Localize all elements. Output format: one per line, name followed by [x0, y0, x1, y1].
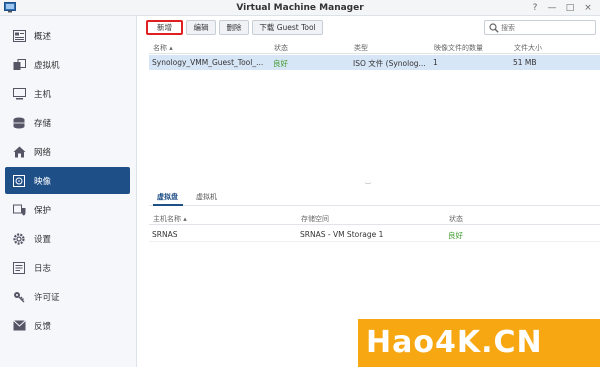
status-cell: 良好	[273, 59, 288, 68]
detail-tabs: 虚拟盘 虚拟机	[149, 188, 600, 206]
close-icon[interactable]: ×	[582, 2, 594, 14]
sidebar-item-settings[interactable]: 设置	[5, 225, 130, 252]
host-status-cell: 良好	[448, 231, 463, 240]
sidebar-item-overview[interactable]: 概述	[5, 22, 130, 49]
settings-icon	[12, 232, 26, 246]
sidebar-item-label: 许可证	[34, 292, 60, 303]
tab-virtual-disk[interactable]: 虚拟盘	[157, 192, 178, 202]
sidebar-item-feedback[interactable]: 反馈	[5, 312, 130, 339]
sidebar-item-label: 存储	[34, 118, 52, 129]
sidebar-item-label: 设置	[34, 234, 52, 245]
sidebar-item-label: 概述	[34, 31, 52, 42]
storage-cell: SRNAS - VM Storage 1	[300, 230, 384, 239]
sidebar-item-virtual-machine[interactable]: 虚拟机	[5, 51, 130, 78]
sidebar-item-label: 反馈	[34, 321, 52, 332]
title-bar: Virtual Machine Manager ? — □ ×	[0, 0, 600, 16]
toolbar: 新增 编辑 删除 下载 Guest Tool	[137, 16, 600, 40]
column-type-header[interactable]: 类型	[354, 43, 368, 53]
sidebar-item-license[interactable]: 许可证	[5, 283, 130, 310]
virtual-machine-icon	[12, 58, 26, 72]
help-icon[interactable]: ?	[529, 2, 541, 14]
column-host-status-header[interactable]: 状态	[449, 214, 463, 224]
sidebar-item-label: 虚拟机	[34, 60, 60, 71]
sidebar-item-storage[interactable]: 存储	[5, 109, 130, 136]
panel-splitter-handle[interactable]: ︶	[362, 181, 374, 190]
sidebar-item-label: 映像	[34, 176, 52, 187]
sidebar: 概述 虚拟机 主机 存储 网络 映像 保护 设置 日志 许可证 反馈	[0, 16, 137, 367]
download-guest-tool-button[interactable]: 下载 Guest Tool	[252, 20, 323, 35]
main-panel: 新增 编辑 删除 下载 Guest Tool 名称 ▴ 状态 类型 映像文件的数…	[137, 16, 600, 367]
window-title: Virtual Machine Manager	[236, 3, 364, 13]
overview-icon	[12, 29, 26, 43]
image-table-header: 名称 ▴ 状态 类型 映像文件的数量 文件大小	[149, 41, 600, 54]
key-icon	[12, 290, 26, 304]
sidebar-item-image[interactable]: 映像	[5, 167, 130, 194]
column-file-size-header[interactable]: 文件大小	[514, 43, 542, 53]
column-host-name-header[interactable]: 主机名称 ▴	[153, 214, 187, 224]
image-icon	[12, 174, 26, 188]
feedback-icon	[12, 319, 26, 333]
file-count-cell: 1	[433, 58, 438, 67]
protection-icon	[12, 203, 26, 217]
host-name-cell: SRNAS	[152, 230, 178, 239]
image-name-cell: Synology_VMM_Guest_Tool_...	[152, 58, 264, 67]
delete-button[interactable]: 删除	[219, 20, 249, 35]
sidebar-item-label: 保护	[34, 205, 52, 216]
table-row[interactable]: Synology_VMM_Guest_Tool_... 良好 ISO 文件 (S…	[149, 55, 600, 70]
type-cell: ISO 文件 (Synolog...	[353, 59, 426, 68]
host-icon	[12, 87, 26, 101]
sidebar-item-label: 日志	[34, 263, 52, 274]
search-input[interactable]	[501, 22, 591, 33]
tab-virtual-machine[interactable]: 虚拟机	[196, 192, 217, 202]
watermark-banner: Hao4K.CN	[358, 319, 600, 367]
maximize-icon[interactable]: □	[564, 2, 576, 14]
file-size-cell: 51 MB	[513, 58, 537, 67]
search-box[interactable]	[484, 20, 596, 35]
sidebar-item-network[interactable]: 网络	[5, 138, 130, 165]
edit-button[interactable]: 编辑	[186, 20, 216, 35]
minimize-icon[interactable]: —	[546, 2, 558, 14]
log-icon	[12, 261, 26, 275]
watermark-text: Hao4K.CN	[366, 325, 543, 360]
sidebar-item-host[interactable]: 主机	[5, 80, 130, 107]
active-tab-indicator	[153, 204, 183, 206]
add-button[interactable]: 新增	[146, 20, 183, 35]
network-icon	[12, 145, 26, 159]
search-icon	[489, 23, 499, 33]
table-row[interactable]: SRNAS SRNAS - VM Storage 1 良好	[149, 227, 600, 242]
sidebar-item-log[interactable]: 日志	[5, 254, 130, 281]
column-name-header[interactable]: 名称 ▴	[153, 43, 173, 53]
storage-icon	[12, 116, 26, 130]
host-table-header: 主机名称 ▴ 存储空间 状态	[149, 212, 600, 225]
sidebar-item-protection[interactable]: 保护	[5, 196, 130, 223]
column-status-header[interactable]: 状态	[274, 43, 288, 53]
column-file-count-header[interactable]: 映像文件的数量	[434, 43, 483, 53]
sidebar-item-label: 主机	[34, 89, 52, 100]
sidebar-item-label: 网络	[34, 147, 52, 158]
column-storage-header[interactable]: 存储空间	[301, 214, 329, 224]
